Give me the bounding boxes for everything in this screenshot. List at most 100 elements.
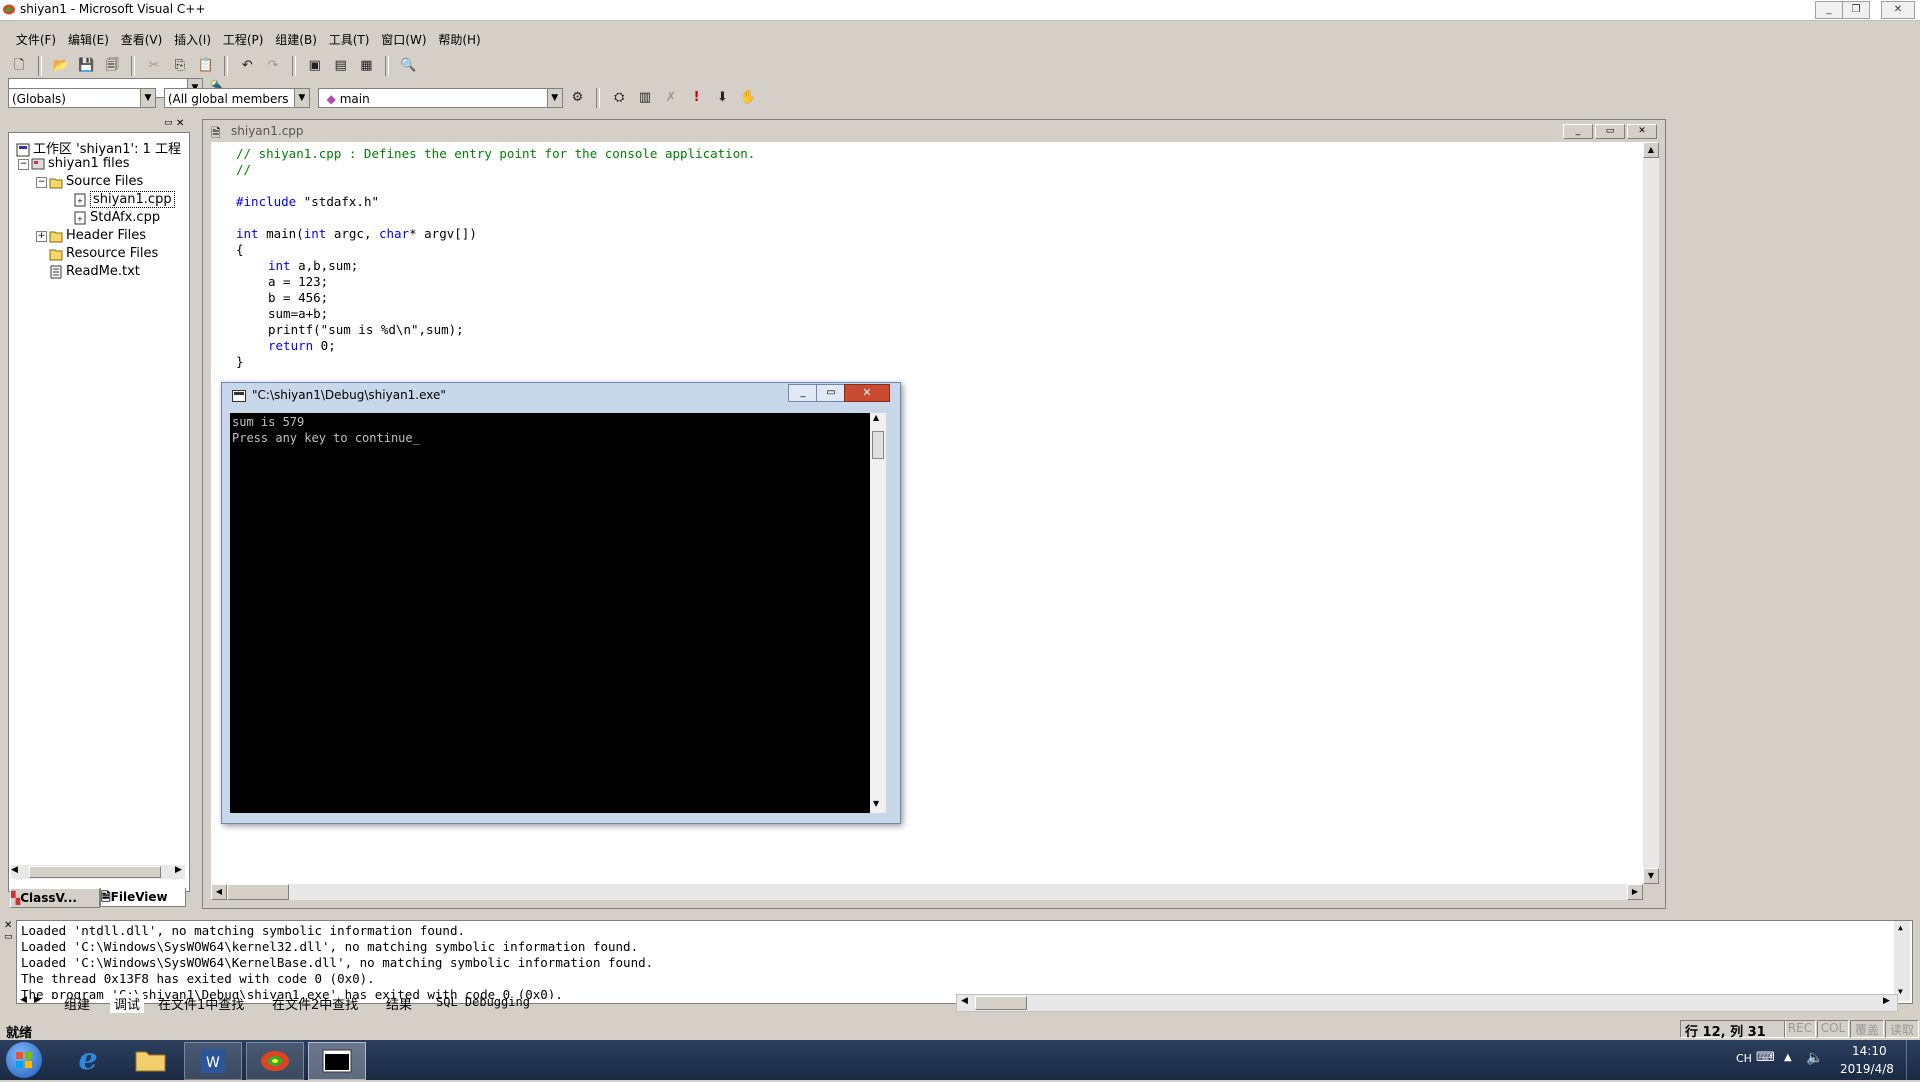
tab-find-in-files-1[interactable]: 在文件1中查找	[158, 994, 244, 1013]
paste-icon[interactable]: 📋	[195, 55, 217, 77]
tab-fileview[interactable]: 🗎FileView	[100, 888, 186, 907]
file-readme-txt[interactable]: ReadMe.txt	[49, 264, 140, 279]
project-collapse-toggle[interactable]: −	[18, 159, 29, 170]
workspace-restore-icon[interactable]: ▭	[164, 118, 173, 128]
tabs-scroll-right[interactable]: ▶	[34, 995, 41, 1005]
cut-icon[interactable]: ✂	[143, 55, 165, 77]
editor-maximize-button[interactable]: ▭	[1595, 124, 1625, 139]
menu-view[interactable]: 查看(V)	[117, 28, 167, 51]
tab-classview[interactable]: ▚ClassV...	[10, 888, 100, 908]
workspace-hscrollbar[interactable]: ◀ ▶	[11, 865, 185, 879]
code-line-close-brace: }	[236, 354, 244, 369]
tray-language[interactable]: CH	[1736, 1052, 1752, 1065]
scope-combo[interactable]: (Globals) ▼	[8, 88, 156, 108]
console-maximize-button[interactable]: ▭	[816, 384, 846, 402]
taskbar-console[interactable]	[308, 1042, 366, 1080]
header-folder-expand-toggle[interactable]: +	[36, 231, 47, 242]
svg-text:+: +	[77, 197, 83, 205]
file-shiyan1-cpp[interactable]: + shiyan1.cpp	[73, 191, 175, 208]
output-pane[interactable]: Loaded 'ntdll.dll', no matching symbolic…	[16, 920, 1913, 1004]
project-node[interactable]: shiyan1 files	[31, 156, 130, 171]
function-combo[interactable]: ◆ main ▼	[317, 88, 563, 108]
go-icon[interactable]: ⬇	[711, 87, 733, 109]
compile-icon[interactable]: ⛭	[608, 87, 630, 109]
file-stdafx-cpp[interactable]: + StdAfx.cpp	[73, 210, 160, 225]
output-close-icon[interactable]: ✕	[4, 920, 12, 931]
code-line-include: #include "stdafx.h"	[236, 194, 380, 209]
workspace-window-icon[interactable]: ▣	[304, 55, 326, 77]
title-bar: shiyan1 - Microsoft Visual C++ _ ❐ ✕	[0, 0, 1920, 21]
wizard-toolbar: (Globals) ▼ (All global members ▼ ◆ main ▼ …	[8, 87, 768, 115]
minimize-button[interactable]: _	[1815, 1, 1843, 19]
output-hscrollbar[interactable]: ◀ ▶	[956, 994, 1898, 1012]
workspace-root[interactable]: 工作区 'shiyan1': 1 工程	[16, 138, 181, 157]
cpp-file-icon: +	[73, 211, 87, 225]
taskbar-ie[interactable]: e	[60, 1042, 116, 1078]
code-line-main: int main(int argc, char* argv[])	[236, 226, 477, 241]
source-folder[interactable]: Source Files	[49, 174, 143, 189]
editor-close-button[interactable]: ✕	[1627, 124, 1657, 139]
code-line-return: return 0;	[268, 338, 336, 353]
source-folder-collapse-toggle[interactable]: −	[36, 177, 47, 188]
maximize-button[interactable]: ❐	[1842, 1, 1870, 19]
show-desktop-button[interactable]	[1906, 1040, 1919, 1080]
tab-build[interactable]: 组建	[64, 994, 90, 1013]
close-button[interactable]: ✕	[1881, 1, 1915, 19]
editor-minimize-button[interactable]: _	[1563, 124, 1593, 139]
console-icon	[232, 390, 246, 402]
menu-help[interactable]: 帮助(H)	[434, 28, 484, 51]
tab-find-in-files-2[interactable]: 在文件2中查找	[272, 994, 358, 1013]
volume-icon[interactable]: 🔈	[1806, 1050, 1823, 1066]
open-folder-icon[interactable]: 📂	[50, 55, 72, 77]
tray-date[interactable]: 2019/4/8	[1840, 1062, 1894, 1076]
menu-file[interactable]: 文件(F)	[12, 28, 60, 51]
start-button[interactable]	[6, 1042, 42, 1078]
visual-cpp-icon	[261, 1051, 289, 1071]
save-icon[interactable]: 💾	[75, 55, 97, 77]
wizard-action-icon[interactable]: ⚙	[566, 87, 588, 109]
stop-build-icon[interactable]: ✗	[660, 87, 682, 109]
build-icon[interactable]: ▥	[634, 87, 656, 109]
new-file-icon[interactable]: 🗋	[8, 55, 30, 77]
taskbar-explorer[interactable]	[122, 1042, 178, 1078]
workspace-close-icon[interactable]: ✕	[176, 118, 184, 129]
output-window-icon[interactable]: ▤	[330, 55, 352, 77]
tab-debug[interactable]: 调试	[110, 994, 145, 1013]
header-folder[interactable]: Header Files	[49, 228, 146, 243]
copy-icon[interactable]: ⎘	[169, 55, 191, 77]
console-close-button[interactable]: ✕	[844, 384, 890, 402]
output-restore-icon[interactable]: ▭	[4, 932, 13, 942]
console-output: sum is 579 Press any key to continue_	[230, 413, 870, 813]
editor-hscrollbar[interactable]: ◀ ▶	[211, 884, 1643, 900]
taskbar-word[interactable]: W	[184, 1042, 242, 1080]
console-window[interactable]: "C:\shiyan1\Debug\shiyan1.exe" _ ▭ ✕ sum…	[221, 382, 901, 824]
tab-results[interactable]: 结果	[386, 994, 412, 1013]
execute-icon[interactable]: !	[686, 87, 708, 109]
tabs-scroll-left[interactable]: ◀	[20, 995, 27, 1005]
save-all-icon[interactable]: 🗐	[101, 55, 123, 77]
keyboard-icon[interactable]: ⌨	[1756, 1050, 1775, 1065]
output-vscrollbar[interactable]: ▲ ▼	[1894, 921, 1910, 1001]
menu-tools[interactable]: 工具(T)	[325, 28, 374, 51]
window-list-icon[interactable]: ▦	[355, 55, 377, 77]
tray-expand-icon[interactable]: ▲	[1784, 1052, 1792, 1063]
menu-build[interactable]: 组建(B)	[271, 28, 321, 51]
menu-window[interactable]: 窗口(W)	[377, 28, 430, 51]
taskbar-vcpp[interactable]	[246, 1042, 304, 1080]
tray-time[interactable]: 14:10	[1852, 1044, 1887, 1058]
folder-open-icon	[49, 175, 63, 189]
menu-project[interactable]: 工程(P)	[219, 28, 268, 51]
undo-icon[interactable]: ↶	[236, 55, 258, 77]
find-in-files-icon[interactable]: 🔍	[397, 55, 419, 77]
tab-sql-debugging[interactable]: SQL Debugging	[436, 995, 530, 1009]
output-line: Loaded 'ntdll.dll', no matching symbolic…	[21, 923, 466, 938]
menu-insert[interactable]: 插入(I)	[170, 28, 215, 51]
breakpoint-icon[interactable]: ✋	[737, 87, 759, 109]
resource-folder[interactable]: Resource Files	[49, 246, 158, 261]
editor-vscrollbar[interactable]: ▲ ▼	[1643, 142, 1659, 884]
redo-icon[interactable]: ↷	[262, 55, 284, 77]
console-minimize-button[interactable]: _	[788, 384, 818, 402]
members-combo[interactable]: (All global members ▼	[163, 88, 310, 108]
console-vscrollbar[interactable]: ▲ ▼	[870, 413, 886, 813]
menu-edit[interactable]: 编辑(E)	[64, 28, 113, 51]
